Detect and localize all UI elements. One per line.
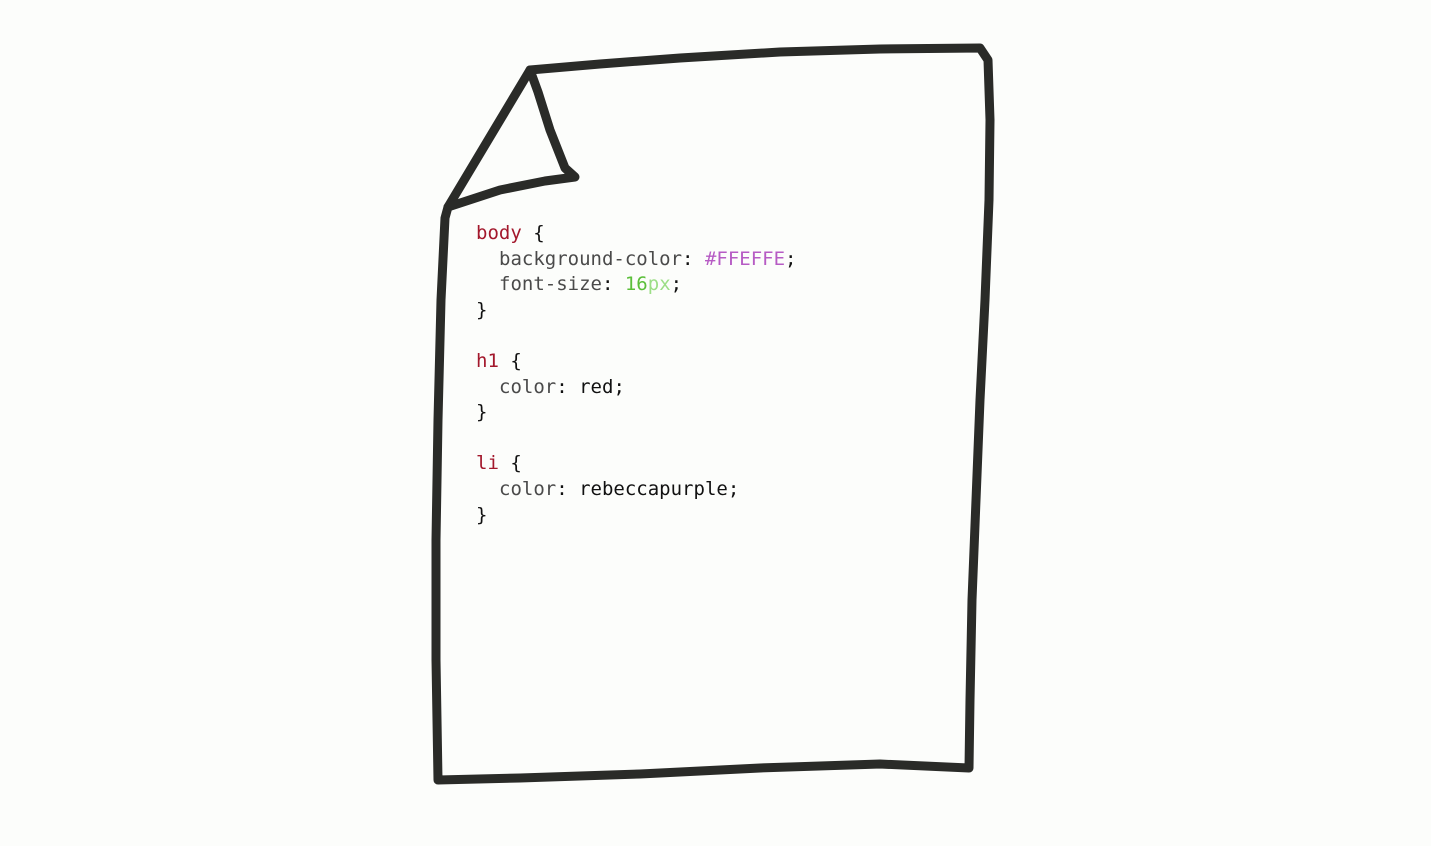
keyword-value: rebeccapurple (579, 477, 728, 500)
number-value: 16 (624, 273, 648, 296)
property-name: font-size (499, 273, 602, 296)
colon: : (601, 273, 614, 296)
brace-close: } (476, 503, 488, 526)
selector-h1: h1 (476, 349, 499, 372)
selector-li: li (476, 452, 499, 475)
selector-body: body (476, 222, 522, 244)
unit-value: px (647, 273, 671, 296)
semicolon: ; (670, 273, 683, 296)
property-name: color (499, 375, 557, 398)
brace-close: } (476, 298, 488, 321)
code-line-body-open: body { (476, 221, 796, 247)
semicolon: ; (613, 375, 625, 398)
semicolon: ; (785, 247, 797, 270)
code-line-h1-open: h1 { (476, 349, 796, 375)
declaration-h1-color: color: red; (476, 375, 796, 401)
colon: : (556, 477, 568, 500)
semicolon: ; (727, 477, 740, 500)
brace-open: { (510, 349, 522, 372)
code-line-li-close: } (476, 503, 796, 529)
colon: : (556, 375, 568, 398)
diagram-stage: body {background-color: #FFEFFE; font-siz… (0, 0, 1431, 846)
css-code-block: body {background-color: #FFEFFE; font-siz… (476, 221, 796, 528)
brace-open: { (533, 222, 545, 244)
property-name: color (499, 477, 557, 500)
declaration-li-color: color: rebeccapurple; (476, 477, 796, 503)
declaration-background-color: background-color: #FFEFFE; (476, 247, 796, 273)
brace-close: } (476, 401, 488, 424)
property-name: background-color (499, 247, 683, 270)
code-line-h1-close: } (476, 400, 796, 426)
brace-open: { (510, 452, 522, 475)
keyword-value: red (579, 375, 614, 398)
code-line-li-open: li { (476, 451, 796, 477)
colon: : (682, 247, 694, 270)
code-line-body-close: } (476, 298, 796, 324)
declaration-font-size: font-size: 16px; (476, 272, 796, 298)
hex-value: #FFEFFE (704, 247, 786, 270)
